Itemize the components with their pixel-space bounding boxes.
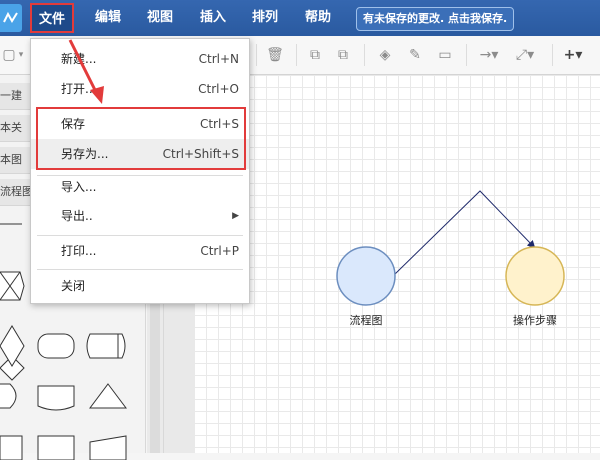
shape-process[interactable]	[37, 435, 75, 460]
node-label-flowchart: 流程图	[349, 314, 383, 327]
toolbar-divider	[364, 44, 365, 66]
shadow-icon[interactable]: ▭	[436, 46, 454, 64]
to-front-icon[interactable]: ⧉	[306, 46, 324, 64]
menubar: 文件 编辑 视图 插入 排列 帮助 有未保存的更改. 点击我保存.	[0, 0, 600, 36]
node-flowchart-circle[interactable]	[336, 246, 396, 306]
shape-square[interactable]	[0, 435, 23, 460]
node-label-steps: 操作步骤	[513, 314, 557, 327]
menu-item-label: 关闭	[61, 279, 86, 293]
menu-item-label: 导入...	[61, 180, 97, 194]
menu-item-label: 打开...	[61, 82, 97, 96]
category-text[interactable]: 本关	[0, 115, 30, 142]
menu-item-new[interactable]: 新建... Ctrl+N	[31, 44, 249, 74]
menu-item-open[interactable]: 打开... Ctrl+O	[31, 74, 249, 104]
toolbar-divider	[552, 44, 553, 66]
menu-item-shortcut: Ctrl+N	[198, 52, 239, 66]
add-icon[interactable]: +▾	[560, 46, 586, 64]
diagram-canvas[interactable]: 流程图 操作步骤	[194, 75, 600, 453]
toolbar-divider	[466, 44, 467, 66]
menu-item-import[interactable]: 导入...	[31, 172, 249, 202]
shape-tape[interactable]	[37, 385, 75, 411]
shape-cylinder[interactable]	[86, 333, 126, 359]
category-general[interactable]: 一建	[0, 83, 30, 110]
menu-insert[interactable]: 插入	[193, 0, 233, 36]
menu-separator	[37, 269, 243, 270]
menu-item-label: 打印...	[61, 244, 97, 258]
menu-file[interactable]: 文件	[30, 3, 74, 33]
delete-icon[interactable]: 🗑	[266, 46, 284, 64]
menu-item-shortcut: Ctrl+S	[199, 117, 239, 131]
shape-delay[interactable]	[0, 383, 17, 409]
submenu-arrow-icon: ▶	[232, 211, 239, 221]
menu-separator	[37, 107, 243, 108]
to-back-icon[interactable]: ⧉	[334, 46, 352, 64]
menu-edit[interactable]: 编辑	[88, 0, 128, 36]
fill-icon[interactable]: ◈	[376, 46, 394, 64]
node-steps-circle[interactable]	[505, 246, 565, 306]
shape-triangle[interactable]	[89, 383, 127, 409]
menu-item-print[interactable]: 打印... Ctrl+P	[31, 236, 249, 266]
menu-arrange[interactable]: 排列	[245, 0, 285, 36]
menu-item-shortcut: Ctrl+O	[198, 82, 239, 96]
file-menu-dropdown: 新建... Ctrl+N 打开... Ctrl+O 保存 Ctrl+S 另存为.…	[30, 38, 250, 304]
toolbar-divider	[296, 44, 297, 66]
format-panel-icon[interactable]: ▢	[2, 46, 16, 64]
category-basic[interactable]: 本图	[0, 147, 30, 174]
menu-item-save[interactable]: 保存 Ctrl+S	[31, 109, 249, 139]
line-color-icon[interactable]: ✎	[406, 46, 424, 64]
category-flowchart[interactable]: 流程图	[0, 179, 30, 206]
menu-item-label: 导出..	[61, 209, 93, 223]
menu-item-shortcut: Ctrl+P	[200, 244, 239, 258]
menu-help[interactable]: 帮助	[298, 0, 338, 36]
shape-manual-input[interactable]	[89, 435, 127, 460]
menu-item-label: 另存为...	[61, 147, 109, 161]
menu-item-shortcut: Ctrl+Shift+S	[162, 147, 239, 161]
menu-item-save-as[interactable]: 另存为... Ctrl+Shift+S	[31, 139, 249, 169]
menu-item-label: 新建...	[61, 52, 97, 66]
connection-icon[interactable]: →▾	[476, 46, 502, 64]
menu-item-export[interactable]: 导出.. ▶	[31, 201, 249, 231]
unsaved-changes-button[interactable]: 有未保存的更改. 点击我保存.	[356, 7, 515, 31]
shape-diamond[interactable]	[0, 325, 25, 367]
menu-item-close[interactable]: 关闭	[31, 271, 249, 301]
menu-item-label: 保存	[61, 117, 86, 131]
toolbar-divider	[256, 44, 257, 66]
waypoint-icon[interactable]: ⤢▾	[512, 46, 538, 64]
shape-terminator[interactable]	[37, 333, 75, 359]
logo-icon[interactable]	[0, 4, 22, 32]
menu-view[interactable]: 视图	[140, 0, 180, 36]
chevron-down-icon[interactable]: ▾	[16, 46, 26, 64]
